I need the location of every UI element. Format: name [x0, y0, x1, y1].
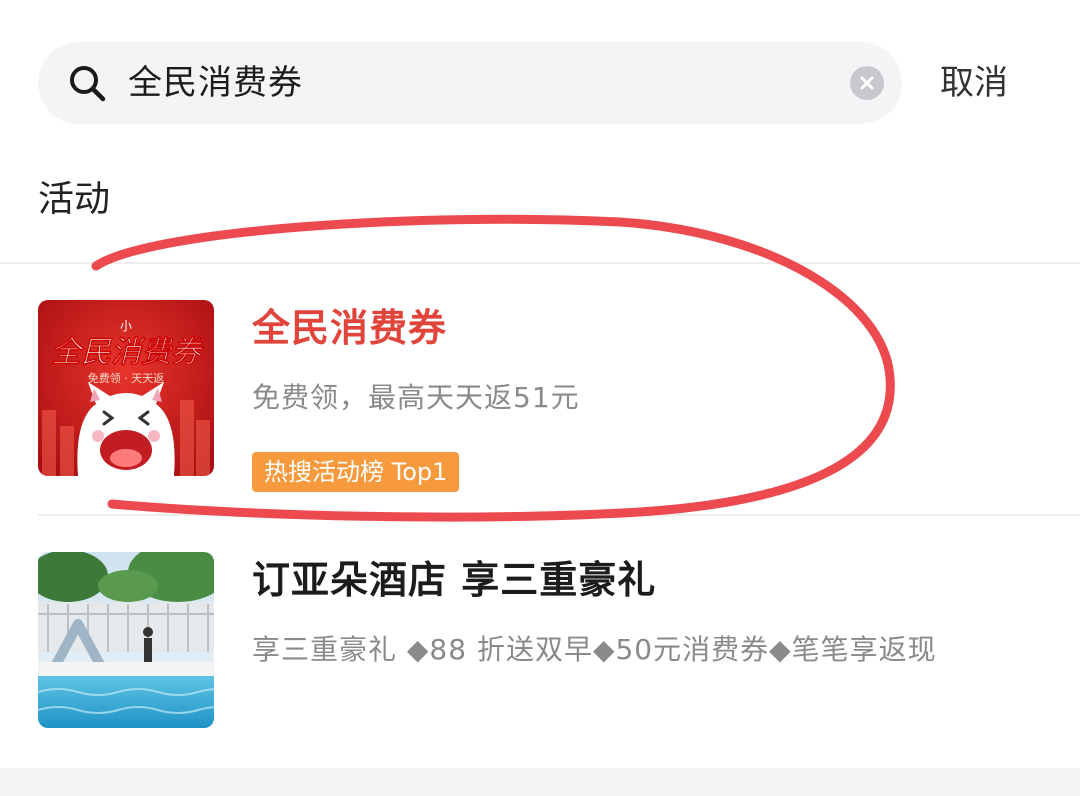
cancel-button[interactable]: 取消: [940, 42, 1008, 124]
pool-icon: [38, 552, 214, 728]
hotel-pool-thumbnail: [38, 552, 214, 728]
thumbnail-subheading: 免费领 · 天天返: [88, 371, 165, 385]
thumbnail-badge: 小: [120, 319, 132, 333]
section-divider: [0, 262, 1080, 264]
hot-search-tag: 热搜活动榜 Top1: [252, 452, 460, 492]
thumbnail-heading: 全民消费券: [51, 335, 204, 370]
search-input[interactable]: 全民消费券: [128, 42, 303, 124]
cat-mascot-icon: [77, 382, 175, 476]
result-description: 免费领，最高天天返51元: [252, 381, 580, 414]
search-icon: [70, 66, 106, 102]
result-title[interactable]: 全民消费券: [252, 302, 447, 354]
item-divider: [38, 514, 1080, 516]
clear-icon[interactable]: [850, 66, 884, 100]
result-description: 享三重豪礼 ◆88 折送双早◆50元消费券◆笔笔享返现: [252, 633, 937, 666]
search-bar[interactable]: 全民消费券: [38, 42, 902, 124]
bottom-divider-band: [0, 768, 1080, 796]
section-title: 活动: [38, 179, 111, 220]
consumer-voucher-thumbnail: 全民消费券 免费领 · 天天返 小: [38, 300, 214, 476]
result-title[interactable]: 订亚朵酒店 享三重豪礼: [252, 554, 656, 606]
